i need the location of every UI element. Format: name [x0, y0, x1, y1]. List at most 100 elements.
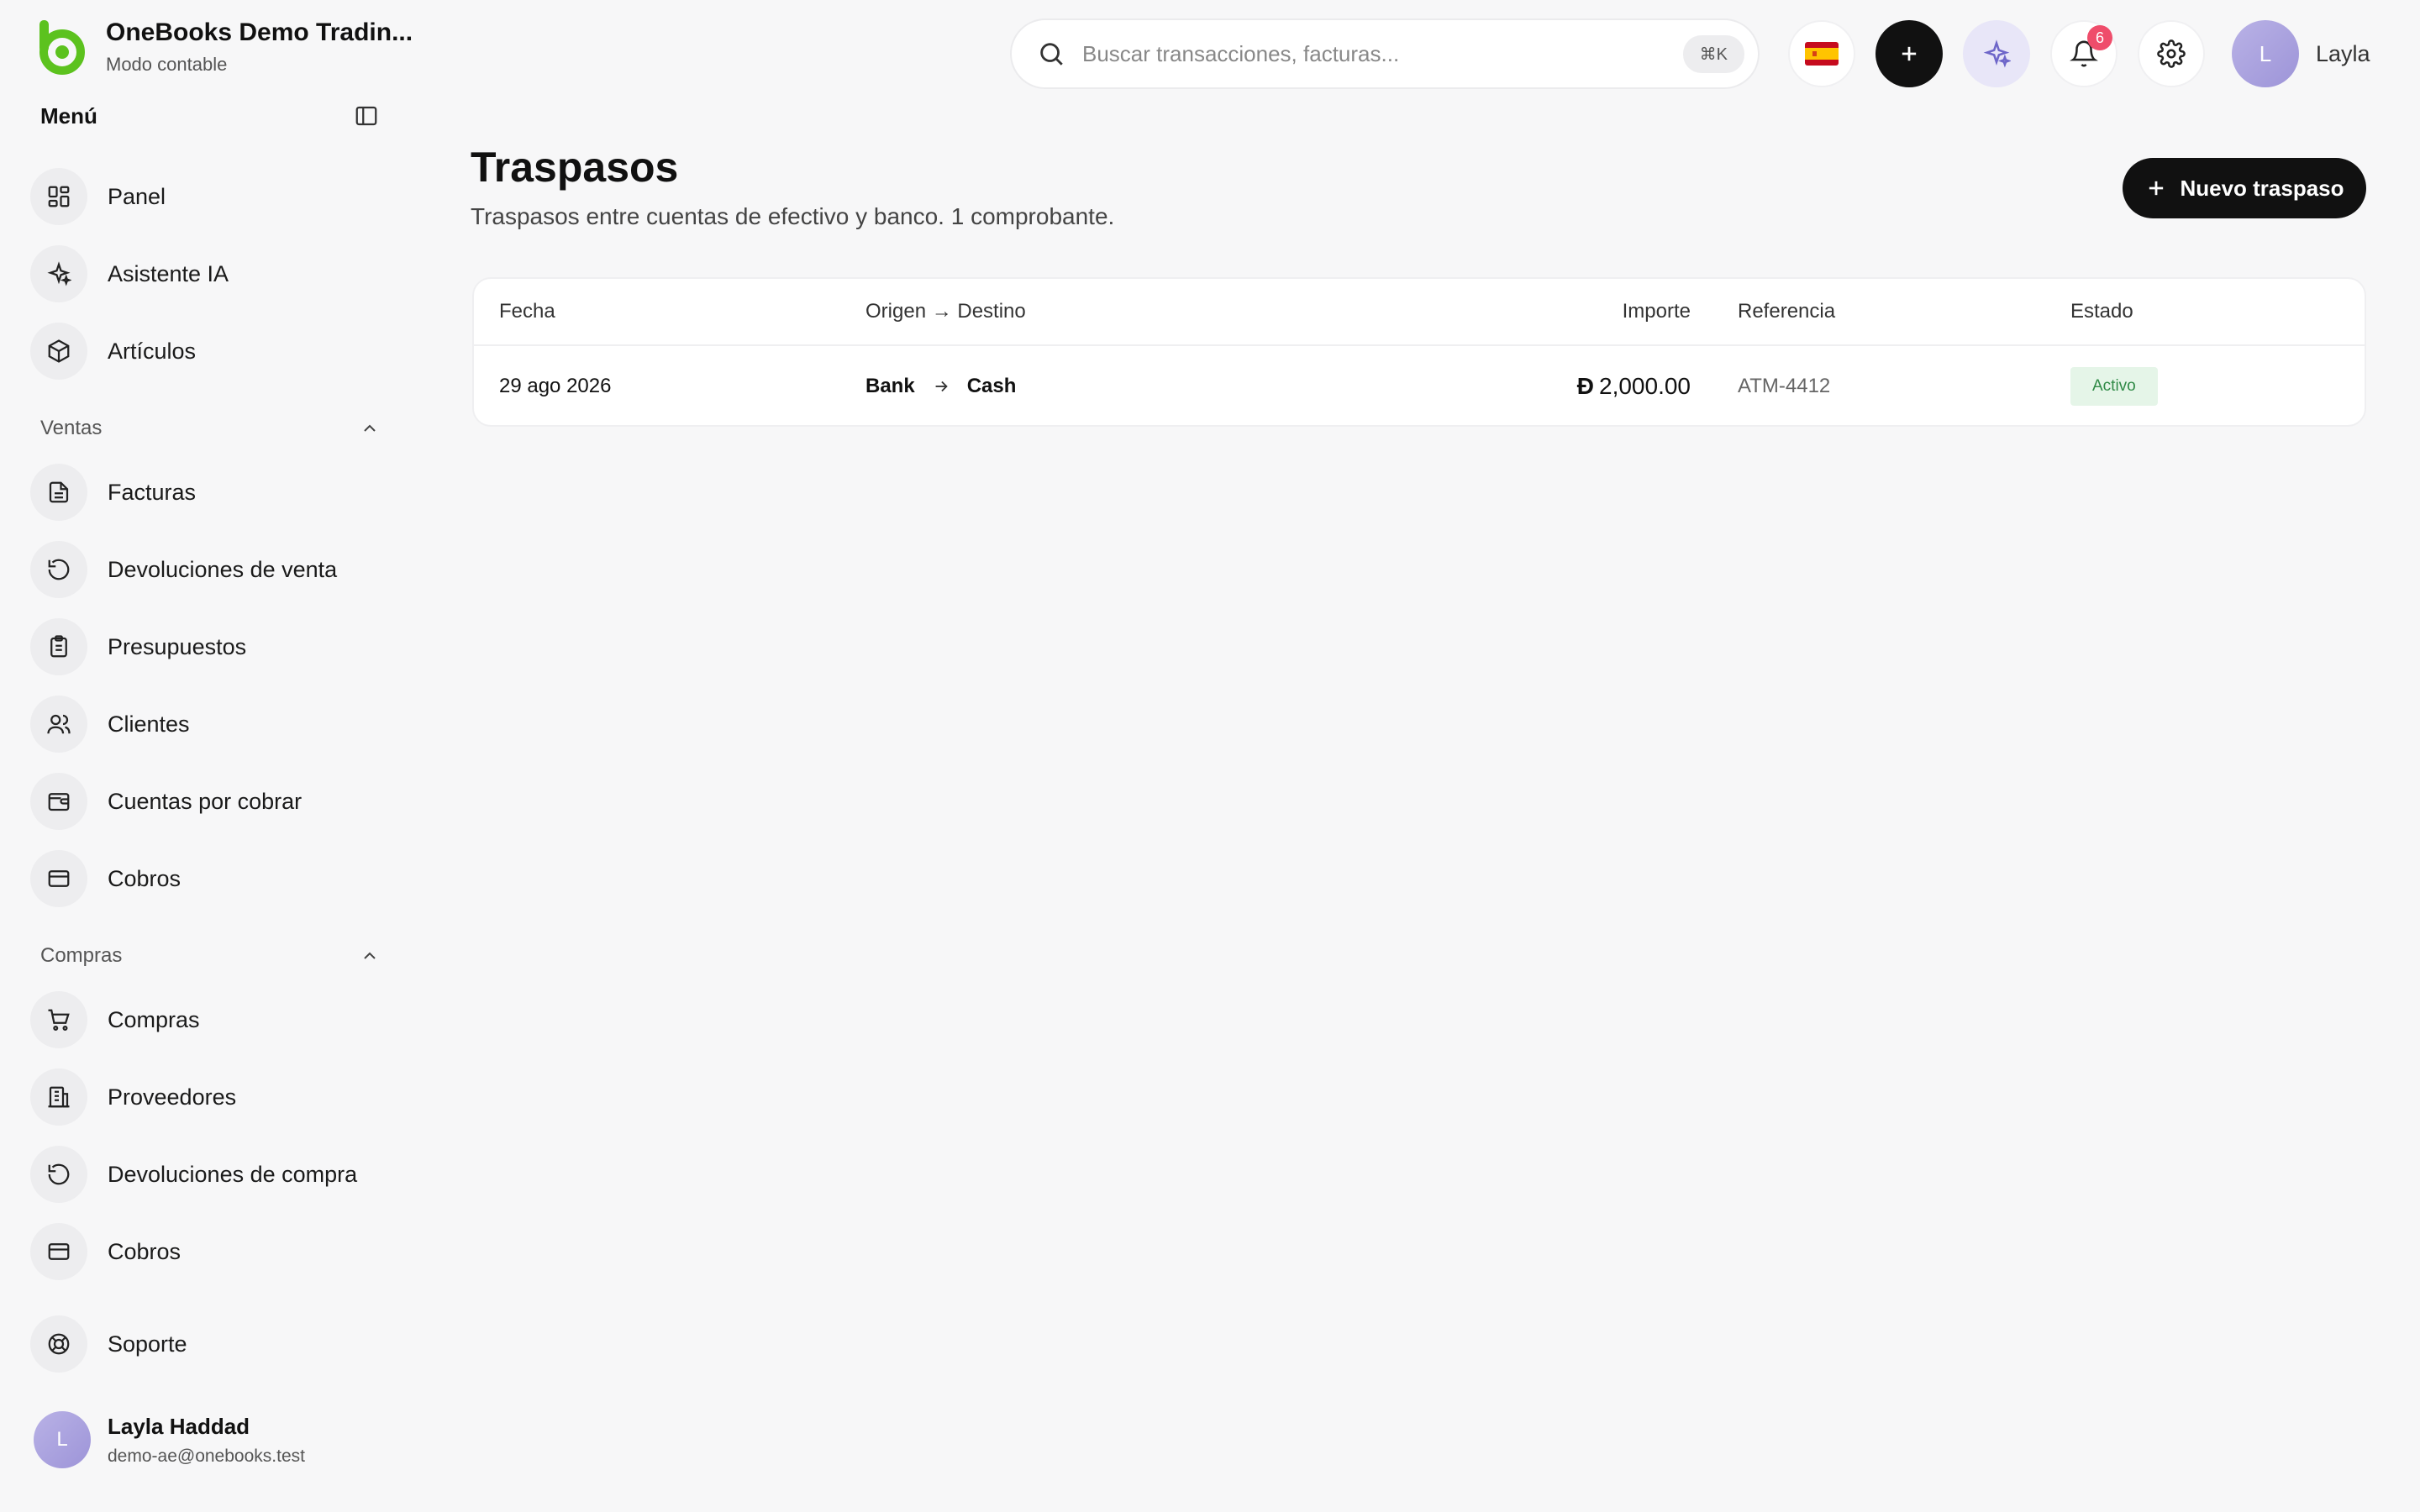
sidebar-item-clientes[interactable]: Clientes — [30, 692, 375, 756]
section-label: Compras — [40, 944, 123, 967]
status-cell: Activo — [2070, 346, 2158, 425]
page-title: Traspasos — [471, 144, 679, 191]
column-header-estado[interactable]: Estado — [2070, 279, 2133, 344]
sidebar-item-label: Cuentas por cobrar — [108, 788, 302, 814]
sidebar-item-label: Artículos — [108, 338, 197, 364]
sidebar-panel-icon — [355, 106, 377, 126]
notifications-button[interactable]: 6 — [2050, 20, 2118, 87]
sidebar-item-asistente-ia[interactable]: Asistente IA — [30, 242, 375, 306]
sidebar-item-label: Compras — [108, 1006, 200, 1032]
column-header-importe[interactable]: Importe — [1623, 279, 1691, 344]
search-shortcut: ⌘K — [1682, 34, 1744, 73]
sidebar-item-label: Proveedores — [108, 1084, 237, 1110]
table-row[interactable]: 29 ago 2026 Bank Cash Đ 2,000.00 ATM-441… — [474, 346, 2365, 425]
building-icon — [30, 1068, 87, 1126]
undo-icon — [30, 1146, 87, 1203]
sidebar-item-cobros-compras[interactable]: Cobros — [30, 1220, 375, 1284]
sidebar-item-soporte[interactable]: Soporte — [30, 1312, 375, 1376]
sidebar-item-devoluciones-compra[interactable]: Devoluciones de compra — [30, 1142, 375, 1206]
section-label: Ventas — [40, 417, 103, 439]
chevron-up-icon — [364, 952, 376, 959]
user-name: Layla Haddad — [108, 1413, 250, 1439]
language-button[interactable] — [1788, 20, 1855, 87]
user-email: demo-ae@onebooks.test — [108, 1446, 305, 1466]
sidebar-item-presupuestos[interactable]: Presupuestos — [30, 615, 375, 679]
user-short-name: Layla — [2316, 40, 2370, 66]
sidebar-item-facturas[interactable]: Facturas — [30, 460, 375, 524]
sidebar-item-panel[interactable]: Panel — [30, 165, 375, 228]
user-menu[interactable]: L Layla — [2232, 20, 2370, 87]
plus-icon — [2149, 181, 2164, 196]
undo-icon — [30, 541, 87, 598]
new-transfer-button[interactable]: Nuevo traspaso — [2123, 158, 2366, 218]
company-name: OneBooks Demo Tradin... — [106, 18, 413, 46]
currency-symbol: Đ — [1576, 373, 1594, 399]
sidebar-item-devoluciones-venta[interactable]: Devoluciones de venta — [30, 538, 375, 601]
source-account: Bank — [865, 375, 915, 397]
card-icon — [30, 850, 87, 907]
company-mode: Modo contable — [106, 54, 228, 75]
box-icon — [30, 323, 87, 380]
lifebuoy-icon — [30, 1315, 87, 1373]
column-header-origen-destino[interactable]: Origen → Destino — [865, 279, 1026, 344]
notification-count-badge: 6 — [2087, 25, 2112, 50]
new-transfer-label: Nuevo traspaso — [2180, 175, 2344, 201]
transfer-date: 29 ago 2026 — [499, 375, 612, 397]
transfer-reference: ATM-4412 — [1738, 375, 1831, 397]
sidebar-item-label: Devoluciones de compra — [108, 1161, 358, 1187]
sidebar-item-articulos[interactable]: Artículos — [30, 319, 375, 383]
sidebar-item-label: Facturas — [108, 479, 197, 505]
status-badge: Activo — [2070, 367, 2158, 406]
menu-title: Menú — [40, 102, 97, 129]
gear-icon — [2157, 39, 2186, 68]
sidebar-item-cuentas-por-cobrar[interactable]: Cuentas por cobrar — [30, 769, 375, 833]
chevron-up-icon — [364, 424, 376, 432]
column-header-referencia[interactable]: Referencia — [1738, 279, 1835, 344]
settings-button[interactable] — [2138, 20, 2205, 87]
transfers-table: Fecha Origen → Destino Importe Referenci… — [472, 277, 2366, 427]
transfer-amount: Đ 2,000.00 — [1576, 346, 1691, 425]
sidebar-item-label: Asistente IA — [108, 260, 229, 286]
wallet-icon — [30, 773, 87, 830]
avatar: L — [34, 1411, 91, 1468]
section-compras-toggle[interactable]: Compras — [40, 939, 380, 973]
transfer-route: Bank Cash — [865, 346, 1017, 425]
plus-icon — [1902, 46, 1917, 61]
arrow-right-icon — [935, 381, 948, 392]
amount-value: 2,000.00 — [1599, 373, 1691, 399]
page-subtitle: Traspasos entre cuentas de efectivo y ba… — [471, 203, 1115, 229]
search-input[interactable] — [1082, 40, 1683, 67]
sidebar-item-label: Cobros — [108, 865, 182, 891]
column-header-fecha[interactable]: Fecha — [499, 279, 555, 344]
clipboard-icon — [30, 618, 87, 675]
section-ventas-toggle[interactable]: Ventas — [40, 412, 380, 445]
sidebar-item-compras[interactable]: Compras — [30, 988, 375, 1052]
brand[interactable]: OneBooks Demo Tradin... Modo contable — [32, 18, 413, 76]
sparkles-icon — [1983, 39, 2011, 68]
spain-flag-icon — [1805, 42, 1839, 66]
card-icon — [30, 1223, 87, 1280]
table-header: Fecha Origen → Destino Importe Referenci… — [474, 279, 2365, 346]
sidebar-item-cobros-ventas[interactable]: Cobros — [30, 847, 375, 911]
user-card[interactable]: L Layla Haddad demo-ae@onebooks.test — [34, 1411, 305, 1468]
document-icon — [30, 464, 87, 521]
sidebar-item-label: Soporte — [108, 1331, 187, 1357]
sparkles-icon — [30, 245, 87, 302]
onebooks-logo-icon — [39, 20, 85, 75]
search-bar[interactable]: ⌘K — [1010, 18, 1760, 89]
sidebar: OneBooks Demo Tradin... Modo contable Me… — [0, 0, 413, 1512]
quick-add-button[interactable] — [1876, 20, 1943, 87]
menu-header: Menú — [40, 99, 380, 133]
destination-account: Cash — [966, 375, 1017, 397]
ai-assistant-button[interactable] — [1963, 20, 2030, 87]
cart-icon — [30, 991, 87, 1048]
sidebar-item-label: Clientes — [108, 711, 190, 737]
sidebar-item-label: Panel — [108, 183, 166, 209]
sidebar-toggle-button[interactable] — [353, 102, 380, 129]
sidebar-item-label: Presupuestos — [108, 633, 247, 659]
sidebar-item-proveedores[interactable]: Proveedores — [30, 1065, 375, 1129]
sidebar-item-label: Cobros — [108, 1238, 182, 1264]
search-icon — [1040, 43, 1063, 66]
avatar: L — [2232, 20, 2299, 87]
sidebar-item-label: Devoluciones de venta — [108, 556, 338, 582]
